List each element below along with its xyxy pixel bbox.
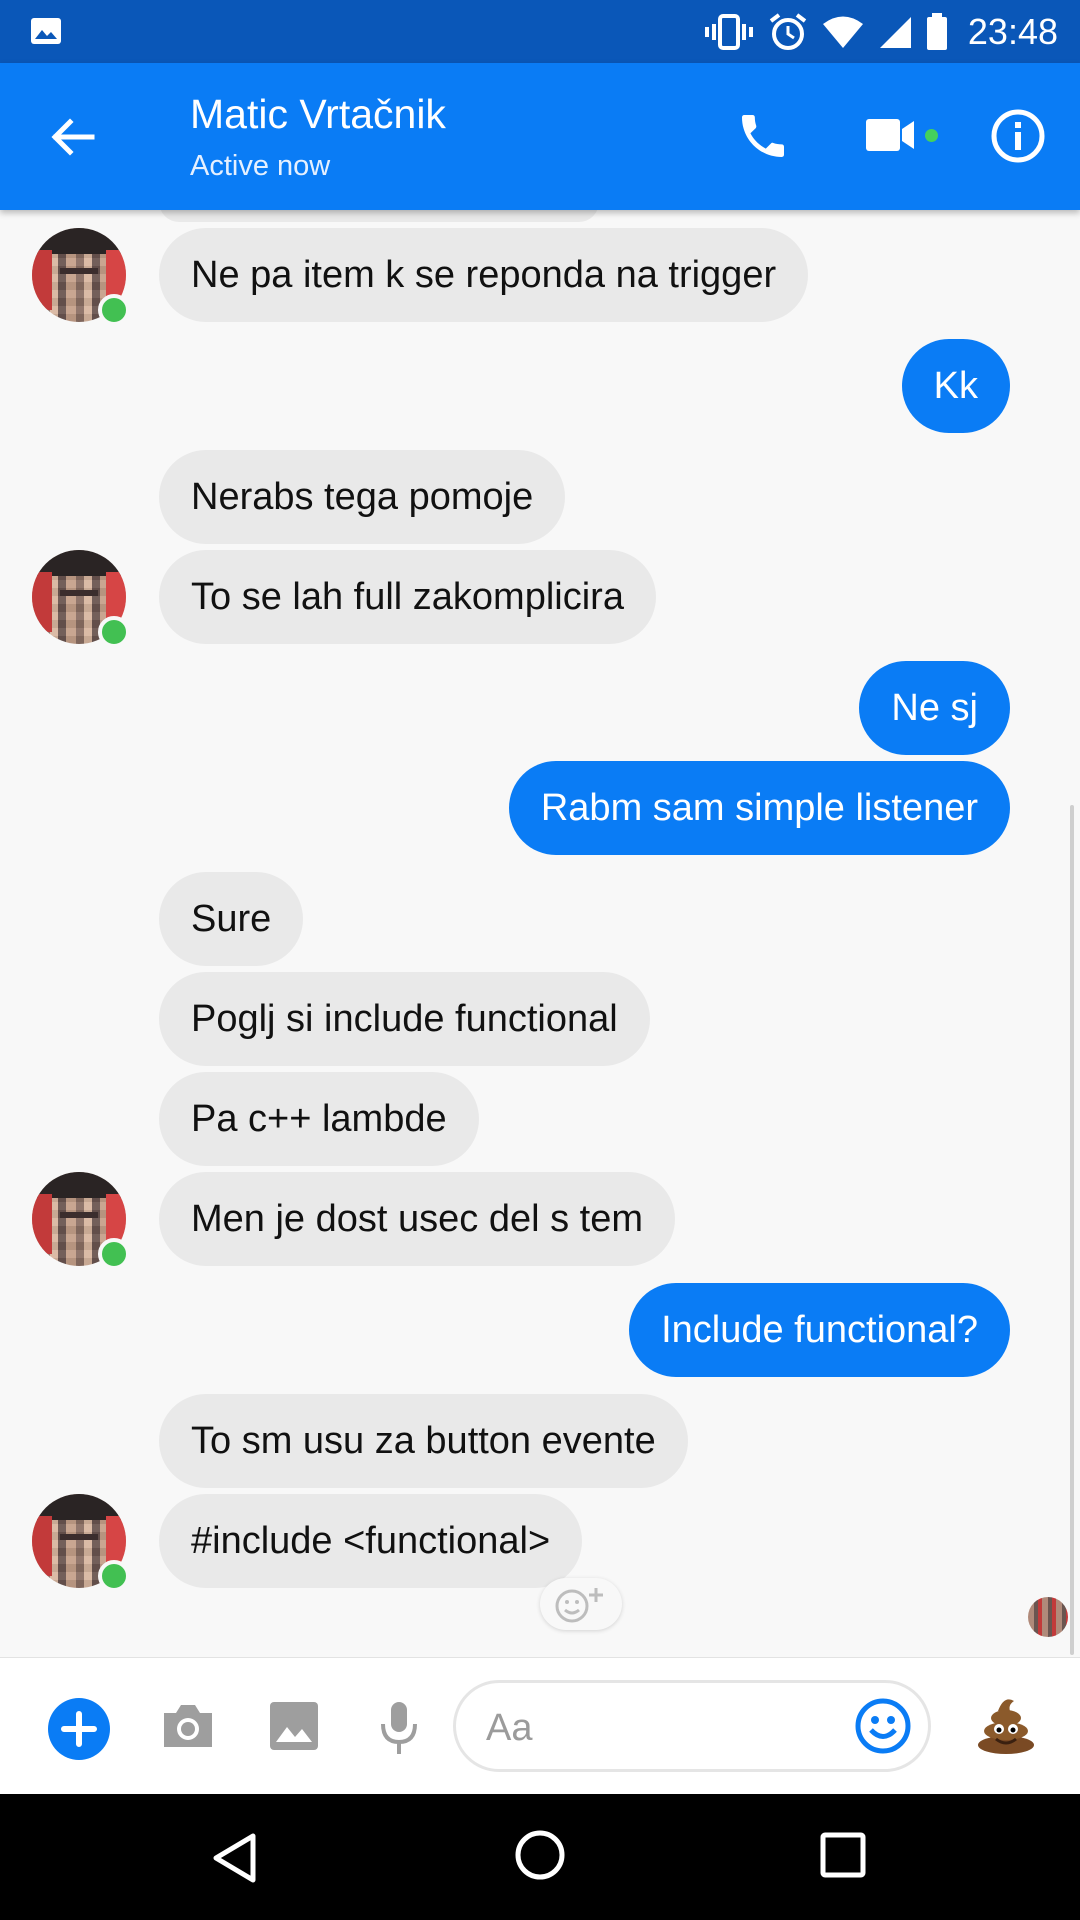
more-actions-button[interactable] (48, 1698, 110, 1760)
status-time: 23:48 (967, 10, 1058, 52)
message-bubble-incoming[interactable]: Poglj si include functional (159, 972, 650, 1066)
add-reaction-icon (555, 1588, 603, 1623)
camera-icon[interactable] (160, 1701, 216, 1751)
conversation-header: Matic Vrtačnik Active now (0, 63, 1080, 210)
message-bubble-incoming[interactable]: Sure (159, 872, 304, 966)
vibrate-icon (704, 13, 753, 50)
message-bubble-outgoing[interactable]: Rabm sam simple listener (508, 761, 1010, 855)
back-arrow-icon[interactable] (48, 113, 96, 161)
message-bubble-incoming[interactable]: Men je dost usec del s tem (159, 1172, 675, 1266)
video-camera-icon[interactable] (864, 115, 916, 155)
system-navigation-bar (0, 1794, 1080, 1920)
message-bubble-outgoing[interactable]: Include functional? (629, 1283, 1010, 1377)
message-bubble-incoming[interactable]: #include <functional> (159, 1494, 583, 1588)
phone-icon[interactable] (735, 108, 791, 164)
message-bubble-outgoing[interactable]: Kk (901, 339, 1010, 433)
wifi-icon (822, 16, 863, 48)
emoji-icon[interactable] (854, 1697, 912, 1755)
nav-recents-icon[interactable] (820, 1832, 866, 1878)
nav-home-icon[interactable] (514, 1829, 566, 1881)
online-indicator (98, 294, 130, 326)
microphone-icon[interactable] (378, 1700, 420, 1756)
alarm-icon (769, 12, 807, 50)
video-available-dot (925, 129, 938, 142)
plus-icon (61, 1711, 97, 1747)
nav-back-icon[interactable] (210, 1832, 258, 1884)
message-input-field[interactable] (453, 1680, 931, 1772)
message-bubble-outgoing[interactable]: Ne sj (859, 661, 1010, 755)
scrollbar[interactable] (1070, 805, 1074, 1655)
info-icon[interactable] (990, 108, 1046, 164)
status-bar: 23:48 (0, 0, 1080, 63)
message-bubble-incoming[interactable]: Ne pa item k se reponda na trigger (159, 228, 809, 322)
poop-emoji-icon[interactable] (976, 1693, 1036, 1755)
message-bubble-incoming[interactable]: Nerabs tega pomoje (159, 450, 566, 544)
message-bubble-incoming[interactable]: To sm usu za button evente (159, 1394, 688, 1488)
image-icon[interactable] (268, 1700, 320, 1752)
message-bubble-incoming[interactable]: Pa c++ lambde (159, 1072, 479, 1166)
contact-name[interactable]: Matic Vrtačnik (190, 91, 446, 138)
battery-icon (926, 12, 947, 50)
add-reaction-button[interactable] (540, 1578, 622, 1630)
message-bubble-incoming[interactable]: To se lah full zakomplicira (159, 550, 656, 644)
composer (0, 1657, 1080, 1795)
signal-icon (879, 16, 911, 48)
message-input[interactable] (484, 1701, 818, 1755)
online-indicator (98, 1238, 130, 1270)
online-indicator (98, 1560, 130, 1592)
online-indicator (98, 616, 130, 648)
gallery-icon (31, 18, 61, 44)
seen-avatar (1028, 1597, 1068, 1637)
active-status: Active now (190, 150, 331, 182)
